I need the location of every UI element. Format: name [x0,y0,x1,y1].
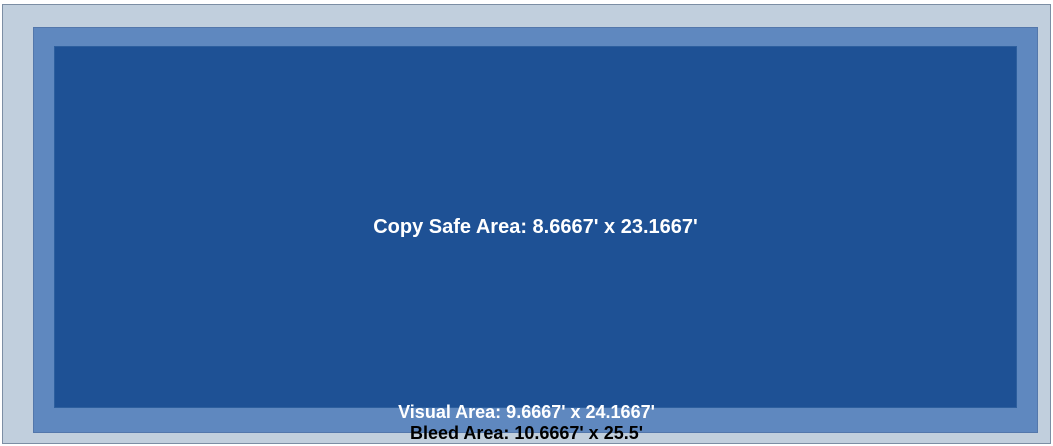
copy-safe-area-label: Copy Safe Area: 8.6667' x 23.1667' [373,216,698,238]
copy-safe-area: Copy Safe Area: 8.6667' x 23.1667' [54,46,1017,408]
bleed-area: Copy Safe Area: 8.6667' x 23.1667' [2,4,1051,444]
visual-area-label: Visual Area: 9.6667' x 24.1667' [398,402,655,422]
bleed-area-label: Bleed Area: 10.6667' x 25.5' [409,423,644,443]
visual-area: Copy Safe Area: 8.6667' x 23.1667' [33,27,1038,433]
